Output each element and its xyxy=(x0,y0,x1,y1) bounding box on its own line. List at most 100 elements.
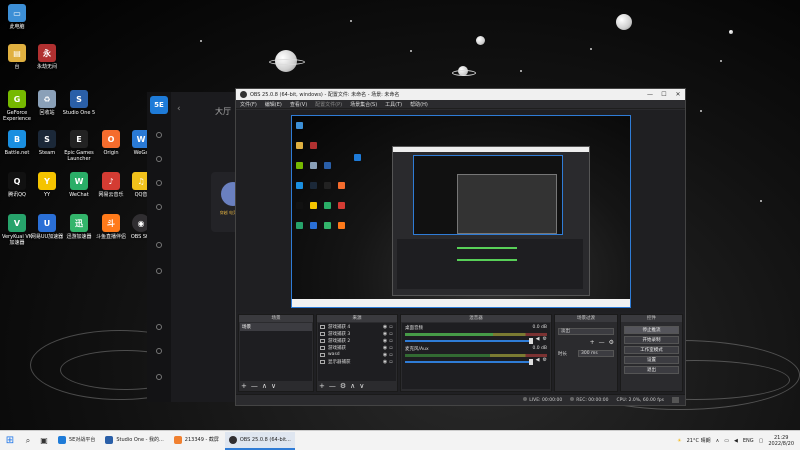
taskbar-app-5e[interactable]: 5E对战平台 xyxy=(54,432,99,450)
lock-icon[interactable]: ▫ xyxy=(388,324,394,330)
search-icon[interactable]: ⌕ xyxy=(20,436,36,446)
menu-help[interactable]: 帮助(H) xyxy=(410,101,428,108)
desktop-icon-steam[interactable]: S Steam xyxy=(30,130,64,156)
desktop-icon-wechat[interactable]: W WeChat xyxy=(62,172,96,198)
network-icon[interactable]: ▭ xyxy=(724,438,729,444)
nav-icon[interactable] xyxy=(156,348,162,354)
taskbar-app-screenshot[interactable]: 213349 - 截屏 xyxy=(170,432,223,450)
volume-meter xyxy=(405,354,547,357)
menu-view[interactable]: 查看(V) xyxy=(290,101,307,108)
sources-list[interactable]: 游戏捕获 4 ◉ ▫ 游戏捕获 3 ◉ ▫ 游戏捕获 2 ◉ ▫ 游戏捕获 ◉ … xyxy=(318,323,396,381)
notification-icon[interactable]: ▢ xyxy=(759,438,764,444)
desktop-icon-uu[interactable]: U 网易UU加速器 xyxy=(30,214,64,240)
desktop-icon-yy[interactable]: Y YY xyxy=(30,172,64,198)
naraka-icon: 永 xyxy=(38,44,56,62)
desktop-icon-recycle-bin[interactable]: ♻ 回收站 xyxy=(30,90,64,116)
wifi-icon[interactable] xyxy=(156,268,162,274)
add-scene-button[interactable]: + xyxy=(241,382,247,390)
start-recording-button[interactable]: 开始录制 xyxy=(624,336,679,344)
nav-icon[interactable] xyxy=(156,204,162,210)
desktop-icon-netease-music[interactable]: ♪ 网易云音乐 xyxy=(94,172,128,198)
stop-streaming-button[interactable]: 停止推流 xyxy=(624,326,679,334)
lock-icon[interactable]: ▫ xyxy=(388,345,394,351)
source-item[interactable]: 显示器捕获 ◉ ▫ xyxy=(318,358,396,365)
remove-source-button[interactable]: — xyxy=(329,382,336,390)
audio-settings-gear-icon[interactable]: ⚙ xyxy=(543,357,547,363)
nav-icon[interactable] xyxy=(156,374,162,380)
remove-transition-button[interactable]: — xyxy=(599,339,605,346)
language-indicator[interactable]: ENG xyxy=(743,438,754,444)
exit-button[interactable]: 退出 xyxy=(624,366,679,374)
source-item[interactable]: 游戏捕获 4 ◉ ▫ xyxy=(318,323,396,330)
taskbar-app-obs[interactable]: OBS 25.0.8 (64-bit... xyxy=(224,431,295,450)
menu-scene-collection[interactable]: 场景集合(S) xyxy=(350,101,377,108)
volume-slider[interactable] xyxy=(405,358,533,365)
menu-edit[interactable]: 编辑(E) xyxy=(265,101,282,108)
menu-file[interactable]: 文件(F) xyxy=(240,101,257,108)
close-button[interactable]: ✕ xyxy=(671,91,685,98)
source-item[interactable]: wasd ◉ ▫ xyxy=(318,351,396,358)
add-transition-button[interactable]: + xyxy=(590,339,595,346)
desktop-icon-this-pc[interactable]: ▭ 此电脑 xyxy=(0,4,34,30)
task-view-icon[interactable]: ▣ xyxy=(36,436,52,445)
nav-icon[interactable] xyxy=(156,156,162,162)
lock-icon[interactable]: ▫ xyxy=(388,352,394,358)
source-item[interactable]: 游戏捕获 2 ◉ ▫ xyxy=(318,337,396,344)
menu-profile[interactable]: 配置文件(P) xyxy=(315,101,342,108)
lock-icon[interactable]: ▫ xyxy=(388,338,394,344)
tray-overflow-icon[interactable]: ∧ xyxy=(716,438,720,444)
nav-icon[interactable] xyxy=(156,324,162,330)
desktop-icon-epic[interactable]: E Epic Games Launcher xyxy=(62,130,96,162)
move-source-up-button[interactable]: ∧ xyxy=(350,382,355,390)
source-item[interactable]: 游戏捕获 ◉ ▫ xyxy=(318,344,396,351)
source-item[interactable]: 游戏捕获 3 ◉ ▫ xyxy=(318,330,396,337)
menu-tools[interactable]: 工具(T) xyxy=(385,101,402,108)
windows-start-icon[interactable]: ⊞ xyxy=(0,435,20,446)
add-source-button[interactable]: + xyxy=(319,382,325,390)
remove-scene-button[interactable]: — xyxy=(251,382,258,390)
scenes-list[interactable]: 场景 xyxy=(240,323,312,381)
transition-settings-gear-icon[interactable]: ⚙ xyxy=(609,339,614,346)
move-scene-up-button[interactable]: ∧ xyxy=(262,382,267,390)
move-source-down-button[interactable]: ∨ xyxy=(359,382,364,390)
preview-canvas[interactable] xyxy=(291,115,631,308)
nav-icon[interactable] xyxy=(156,242,162,248)
volume-icon[interactable]: ◀ xyxy=(734,438,738,444)
weather-text[interactable]: 21°C 晴朗 xyxy=(687,437,711,444)
speaker-icon[interactable]: ◀ xyxy=(536,357,540,363)
obs-window[interactable]: OBS 25.0.8 (64-bit, windows) - 配置文件: 未命名… xyxy=(235,88,686,406)
desktop-icon-geforce[interactable]: G GeForce Experience xyxy=(0,90,34,122)
nav-icon[interactable] xyxy=(156,180,162,186)
lock-icon[interactable]: ▫ xyxy=(388,359,394,365)
studio-mode-button[interactable]: 工作室模式 xyxy=(624,346,679,354)
maximize-button[interactable]: ☐ xyxy=(657,91,671,98)
taskbar-app-studio-one[interactable]: Studio One - 我的... xyxy=(101,432,167,450)
preview-desktop-icon xyxy=(296,222,303,229)
scene-item[interactable]: 场景 xyxy=(240,323,312,331)
move-scene-down-button[interactable]: ∨ xyxy=(271,382,276,390)
lock-icon[interactable]: ▫ xyxy=(388,331,394,337)
desktop-icon-origin[interactable]: O Origin xyxy=(94,130,128,156)
desktop-icon-folder[interactable]: ▤ 台 xyxy=(0,44,34,70)
source-properties-gear-icon[interactable]: ⚙ xyxy=(340,382,346,390)
desktop-icon-xunyou[interactable]: 迅 迅游加速器 xyxy=(62,214,96,240)
minimize-button[interactable]: — xyxy=(643,91,657,98)
desktop-icon-qq[interactable]: Q 腾讯QQ xyxy=(0,172,34,198)
duration-input[interactable]: 300 ms xyxy=(578,350,614,357)
desktop-icon-verykuai[interactable]: V VeryKuai VK加速器 xyxy=(0,214,34,246)
5e-logo[interactable]: 5E xyxy=(150,96,168,114)
desktop-icon-battlenet[interactable]: B Battle.net xyxy=(0,130,34,156)
transition-type-select[interactable]: 淡出 xyxy=(558,328,614,335)
back-icon[interactable]: ‹ xyxy=(177,104,181,114)
speaker-icon[interactable]: ◀ xyxy=(536,336,540,342)
audio-settings-gear-icon[interactable]: ⚙ xyxy=(543,336,547,342)
desktop-icon-naraka[interactable]: 永 永劫无间 xyxy=(30,44,64,70)
clock[interactable]: 21:29 2022/8/20 xyxy=(768,435,794,447)
volume-slider[interactable] xyxy=(405,337,533,344)
settings-button[interactable]: 设置 xyxy=(624,356,679,364)
desktop-icon-studio-one[interactable]: S Studio One 5 xyxy=(62,90,96,116)
preview-desktop-icon xyxy=(296,182,303,189)
nav-icon[interactable] xyxy=(156,132,162,138)
obs-titlebar[interactable]: OBS 25.0.8 (64-bit, windows) - 配置文件: 未命名… xyxy=(236,89,685,100)
desktop-icon-douyu[interactable]: 斗 斗鱼直播伴侣 xyxy=(94,214,128,240)
